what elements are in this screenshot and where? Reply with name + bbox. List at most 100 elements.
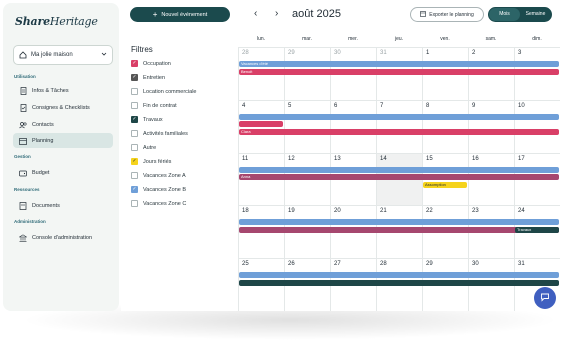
document-icon bbox=[19, 86, 27, 95]
day-number: 1 bbox=[426, 50, 430, 56]
view-month-button[interactable]: Mois bbox=[489, 8, 520, 21]
event-bar[interactable]: Benoit bbox=[239, 68, 559, 75]
day-number: 25 bbox=[242, 261, 249, 268]
sidebar-item-infos-taches[interactable]: Infos & Tâches bbox=[13, 83, 113, 98]
filter-label: Activités familiales bbox=[143, 130, 188, 137]
day-number: 6 bbox=[334, 102, 338, 109]
filter-option[interactable]: Fin de contrat bbox=[131, 102, 177, 109]
event-bar[interactable] bbox=[239, 113, 559, 120]
filter-option[interactable]: ✓ Entretien bbox=[131, 74, 165, 81]
sidebar-item-label: Console d'administration bbox=[32, 234, 93, 241]
event-bar[interactable] bbox=[239, 166, 559, 173]
app-logo[interactable]: ShareHeritage bbox=[15, 15, 98, 28]
filter-checkbox[interactable] bbox=[131, 144, 138, 151]
filter-option[interactable]: ✓ Jours fériés bbox=[131, 158, 171, 165]
event-bar[interactable]: Travaux bbox=[515, 226, 559, 233]
month-grid: 28 29 30 31 1 2 3 4 5 6 7 8 9 10 11 12 13 14 15 16 17 18 19 20 2… bbox=[238, 47, 560, 311]
filter-option[interactable]: Vacances Zone C bbox=[131, 200, 186, 207]
day-number: 24 bbox=[518, 208, 525, 215]
view-week-button[interactable]: Semaine bbox=[520, 8, 551, 21]
filter-checkbox[interactable]: ✓ bbox=[131, 74, 138, 81]
event-bar[interactable] bbox=[239, 219, 559, 226]
weekday-header: dim. bbox=[532, 36, 542, 42]
filter-checkbox[interactable]: ✓ bbox=[131, 60, 138, 67]
event-bar[interactable]: Assomption bbox=[423, 181, 467, 188]
plus-icon: + bbox=[152, 9, 158, 19]
weekday-header: mar. bbox=[302, 36, 312, 42]
day-number: 4 bbox=[242, 102, 246, 109]
filter-checkbox[interactable] bbox=[131, 172, 138, 179]
weekday-header: sam. bbox=[485, 36, 497, 42]
event-bar[interactable]: Anna bbox=[239, 174, 559, 181]
filter-option[interactable]: ✓ Travaux bbox=[131, 116, 163, 123]
filter-checkbox[interactable] bbox=[131, 102, 138, 109]
sidebar-item-planning[interactable]: Planning bbox=[13, 133, 113, 148]
filter-option[interactable]: Vacances Zone A bbox=[131, 172, 186, 179]
day-number: 23 bbox=[472, 208, 479, 215]
house-selector[interactable]: Ma jolie maison bbox=[13, 45, 113, 65]
event-bar[interactable]: Vacances d'été bbox=[239, 61, 559, 67]
day-cell[interactable]: 5 bbox=[284, 99, 330, 153]
day-number: 29 bbox=[426, 261, 433, 268]
day-number: 13 bbox=[334, 155, 341, 162]
next-month-icon[interactable]: › bbox=[275, 8, 278, 19]
sidebar-item-budget[interactable]: Budget bbox=[13, 165, 113, 180]
event-bar[interactable] bbox=[239, 272, 559, 279]
export-icon bbox=[420, 10, 427, 19]
filter-option[interactable]: Location commerciale bbox=[131, 88, 197, 95]
sidebar-item-console[interactable]: Console d'administration bbox=[13, 230, 113, 245]
day-cell[interactable]: 7 bbox=[376, 99, 422, 153]
new-event-button[interactable]: + Nouvel événement bbox=[130, 7, 230, 22]
filter-checkbox[interactable] bbox=[131, 200, 138, 207]
day-number: 5 bbox=[288, 102, 292, 109]
day-cell[interactable]: 10 bbox=[514, 99, 560, 153]
filter-label: Vacances Zone A bbox=[143, 172, 186, 179]
filter-checkbox[interactable]: ✓ bbox=[131, 116, 138, 123]
event-bar[interactable] bbox=[239, 226, 559, 233]
filter-label: Vacances Zone B bbox=[143, 186, 187, 193]
event-bar[interactable] bbox=[239, 121, 283, 128]
day-number: 27 bbox=[334, 261, 341, 268]
section-gestion: Gestion bbox=[14, 154, 31, 159]
filter-label: Travaux bbox=[143, 116, 163, 123]
day-number: 2 bbox=[472, 50, 476, 56]
section-ressources: Ressources bbox=[14, 187, 40, 192]
sidebar-item-label: Budget bbox=[32, 169, 50, 176]
day-cell[interactable]: 6 bbox=[330, 99, 376, 153]
chat-button[interactable] bbox=[534, 287, 556, 309]
filters-panel: + Nouvel événement Filtres ✓ Occupation ✓ E… bbox=[121, 3, 238, 311]
filter-option[interactable]: Activités familiales bbox=[131, 130, 188, 137]
day-number: 28 bbox=[380, 261, 387, 268]
calendar-toolbar: ‹ › août 2025 Exporter le planning Mois … bbox=[238, 3, 560, 27]
filter-label: Location commerciale bbox=[143, 88, 197, 95]
event-bar[interactable]: Clara bbox=[239, 128, 559, 135]
weekday-header: mer. bbox=[348, 36, 358, 42]
day-number: 20 bbox=[334, 208, 341, 215]
day-number: 30 bbox=[472, 261, 479, 268]
sidebar-item-consignes[interactable]: Consignes & Checklists bbox=[13, 100, 113, 115]
filter-checkbox[interactable] bbox=[131, 88, 138, 95]
filter-checkbox[interactable]: ✓ bbox=[131, 186, 138, 193]
export-planning-button[interactable]: Exporter le planning bbox=[410, 7, 484, 22]
day-number: 31 bbox=[380, 50, 387, 56]
day-cell[interactable]: 8 bbox=[422, 99, 468, 153]
day-cell[interactable]: 9 bbox=[468, 99, 514, 153]
sidebar: ShareHeritage Ma jolie maison Utilisatio… bbox=[3, 3, 119, 311]
sidebar-item-contacts[interactable]: Contacts bbox=[13, 117, 113, 132]
filter-checkbox[interactable] bbox=[131, 130, 138, 137]
filter-option[interactable]: ✓ Vacances Zone B bbox=[131, 186, 186, 193]
day-number: 28 bbox=[242, 50, 249, 56]
calendar: ‹ › août 2025 Exporter le planning Mois … bbox=[238, 3, 560, 311]
event-bar[interactable] bbox=[239, 279, 559, 286]
filter-option[interactable]: Autre bbox=[131, 144, 156, 151]
prev-month-icon[interactable]: ‹ bbox=[254, 8, 257, 19]
section-administration: Administration bbox=[14, 219, 46, 224]
sidebar-item-documents[interactable]: Documents bbox=[13, 198, 113, 213]
people-icon bbox=[19, 121, 27, 129]
filter-checkbox[interactable]: ✓ bbox=[131, 158, 138, 165]
day-number: 8 bbox=[426, 102, 430, 109]
weekday-header: jeu. bbox=[394, 36, 404, 42]
filter-label: Occupation bbox=[143, 60, 171, 67]
day-number: 17 bbox=[518, 155, 525, 162]
filter-option[interactable]: ✓ Occupation bbox=[131, 60, 171, 67]
